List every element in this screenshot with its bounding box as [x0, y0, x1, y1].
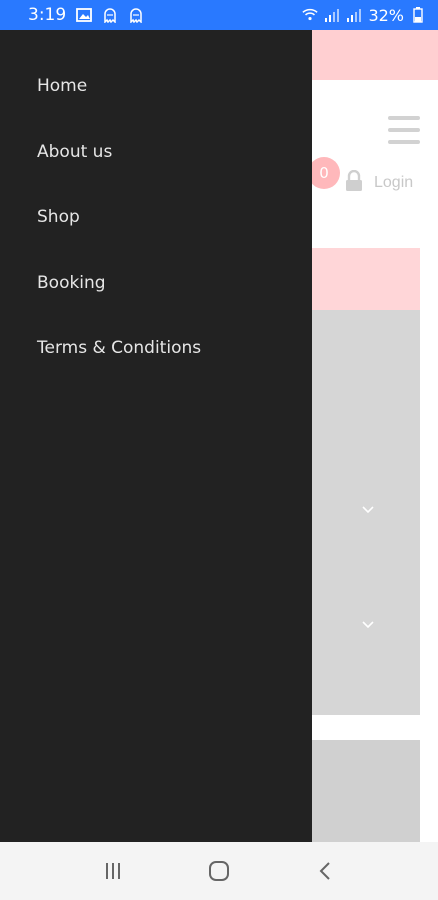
back-icon[interactable] — [305, 851, 345, 891]
status-bar: 3:19 32% — [0, 0, 438, 30]
content-card — [312, 740, 420, 842]
drawer-item-label: About us — [37, 141, 113, 162]
drawer-item-label: Terms & Conditions — [37, 338, 202, 359]
battery-percent: 32% — [368, 5, 404, 25]
chevron-down-icon[interactable] — [362, 617, 374, 633]
pink-header-block — [312, 248, 420, 310]
ghost-icon — [102, 8, 118, 23]
home-icon[interactable] — [199, 851, 239, 891]
drawer-item-label: Shop — [37, 207, 80, 228]
drawer-item-home[interactable]: Home — [0, 72, 312, 138]
signal-icon — [346, 8, 362, 22]
status-left: 3:19 — [28, 5, 144, 25]
status-time: 3:19 — [28, 5, 67, 25]
drawer-item-shop[interactable]: Shop — [0, 203, 312, 269]
drawer-menu: Home About us Shop Booking Terms & Condi… — [0, 30, 312, 400]
battery-icon — [410, 7, 426, 23]
drawer-item-label: Home — [37, 76, 88, 96]
drawer-item-label: Booking — [37, 272, 106, 293]
chevron-down-icon[interactable] — [362, 502, 374, 518]
drawer-item-terms[interactable]: Terms & Conditions — [0, 334, 312, 400]
navigation-drawer: Home About us Shop Booking Terms & Condi… — [0, 30, 312, 842]
image-icon — [76, 8, 93, 22]
cart-count-badge[interactable]: 0 — [308, 157, 340, 189]
login-link[interactable]: Login — [374, 174, 413, 192]
ghost-icon — [128, 8, 144, 23]
lock-icon — [344, 169, 364, 192]
drawer-item-booking[interactable]: Booking — [0, 269, 312, 335]
system-nav-bar — [0, 842, 438, 900]
status-right: 32% — [302, 6, 426, 25]
hamburger-menu-icon[interactable] — [388, 116, 420, 144]
wifi-icon — [302, 8, 319, 22]
drawer-item-about-us[interactable]: About us — [0, 138, 312, 204]
signal-icon — [324, 8, 340, 22]
recents-icon[interactable] — [93, 851, 133, 891]
